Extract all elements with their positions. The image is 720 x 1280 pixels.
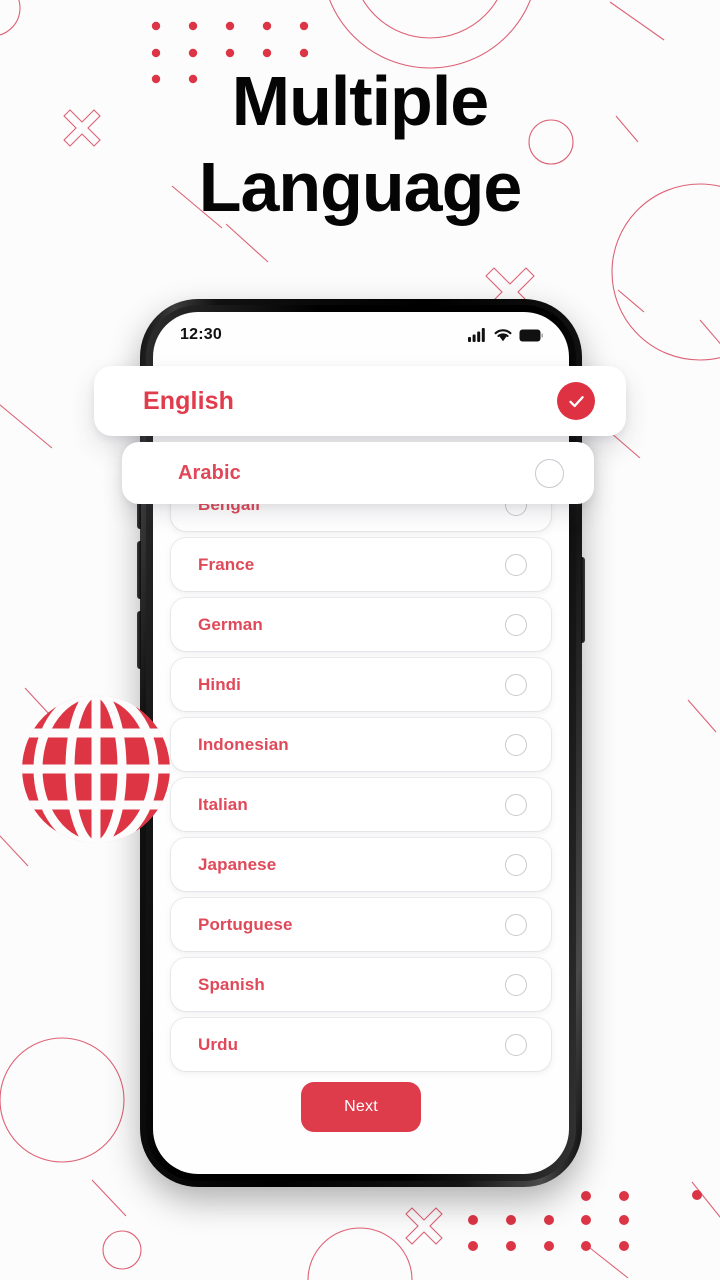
language-row-spanish[interactable]: Spanish	[171, 958, 551, 1011]
battery-icon	[519, 329, 543, 341]
language-card-arabic[interactable]: Arabic	[122, 442, 594, 504]
language-label: Japanese	[198, 854, 277, 874]
check-circle-icon[interactable]	[557, 382, 595, 420]
language-row-hindi[interactable]: Hindi	[171, 658, 551, 711]
phone-volume-down-button[interactable]	[137, 611, 141, 669]
language-label: German	[198, 614, 263, 634]
check-glyph	[568, 395, 584, 407]
language-row-urdu[interactable]: Urdu	[171, 1018, 551, 1071]
wifi-icon	[494, 329, 512, 342]
language-label: Portuguese	[198, 914, 293, 934]
radio-circle-icon[interactable]	[505, 673, 527, 696]
language-label: Urdu	[198, 1034, 239, 1054]
signal-bars-icon	[468, 328, 485, 342]
language-label: Indonesian	[198, 734, 289, 754]
radio-circle-icon[interactable]	[505, 793, 527, 816]
language-label: France	[198, 554, 255, 574]
phone-volume-up-button[interactable]	[137, 541, 141, 599]
radio-circle-icon[interactable]	[505, 733, 527, 756]
status-bar-time: 12:30	[180, 326, 222, 343]
radio-circle-icon[interactable]	[505, 613, 527, 636]
language-row-indonesian[interactable]: Indonesian	[171, 718, 551, 771]
language-card-label: Arabic	[178, 461, 241, 484]
language-label: Hindi	[198, 674, 241, 694]
phone-power-button[interactable]	[581, 557, 585, 643]
language-row-german[interactable]: German	[171, 598, 551, 651]
next-button-container: Next	[153, 1082, 569, 1132]
radio-circle-icon[interactable]	[505, 853, 527, 876]
language-label: Italian	[198, 794, 248, 814]
language-row-portuguese[interactable]: Portuguese	[171, 898, 551, 951]
radio-circle-icon[interactable]	[505, 973, 527, 996]
mockup-canvas: Multiple Language 12:30 Bengali France G…	[0, 0, 720, 1280]
language-row-japanese[interactable]: Japanese	[171, 838, 551, 891]
language-row-italian[interactable]: Italian	[171, 778, 551, 831]
language-card-label: English	[143, 386, 234, 415]
language-label: Spanish	[198, 974, 265, 994]
page-title-line-2: Language	[198, 148, 523, 226]
next-button[interactable]: Next	[301, 1082, 421, 1132]
language-card-english[interactable]: English	[94, 366, 626, 436]
radio-circle-icon[interactable]	[535, 458, 564, 488]
radio-circle-icon[interactable]	[505, 913, 527, 936]
page-title: Multiple Language	[0, 58, 720, 230]
status-bar: 12:30	[153, 312, 569, 358]
status-bar-icons	[468, 328, 543, 342]
globe-grid-icon	[22, 695, 170, 843]
language-row-france[interactable]: France	[171, 538, 551, 591]
radio-circle-icon[interactable]	[505, 553, 527, 576]
radio-circle-icon[interactable]	[505, 1033, 527, 1056]
page-title-line-1: Multiple	[231, 62, 489, 140]
